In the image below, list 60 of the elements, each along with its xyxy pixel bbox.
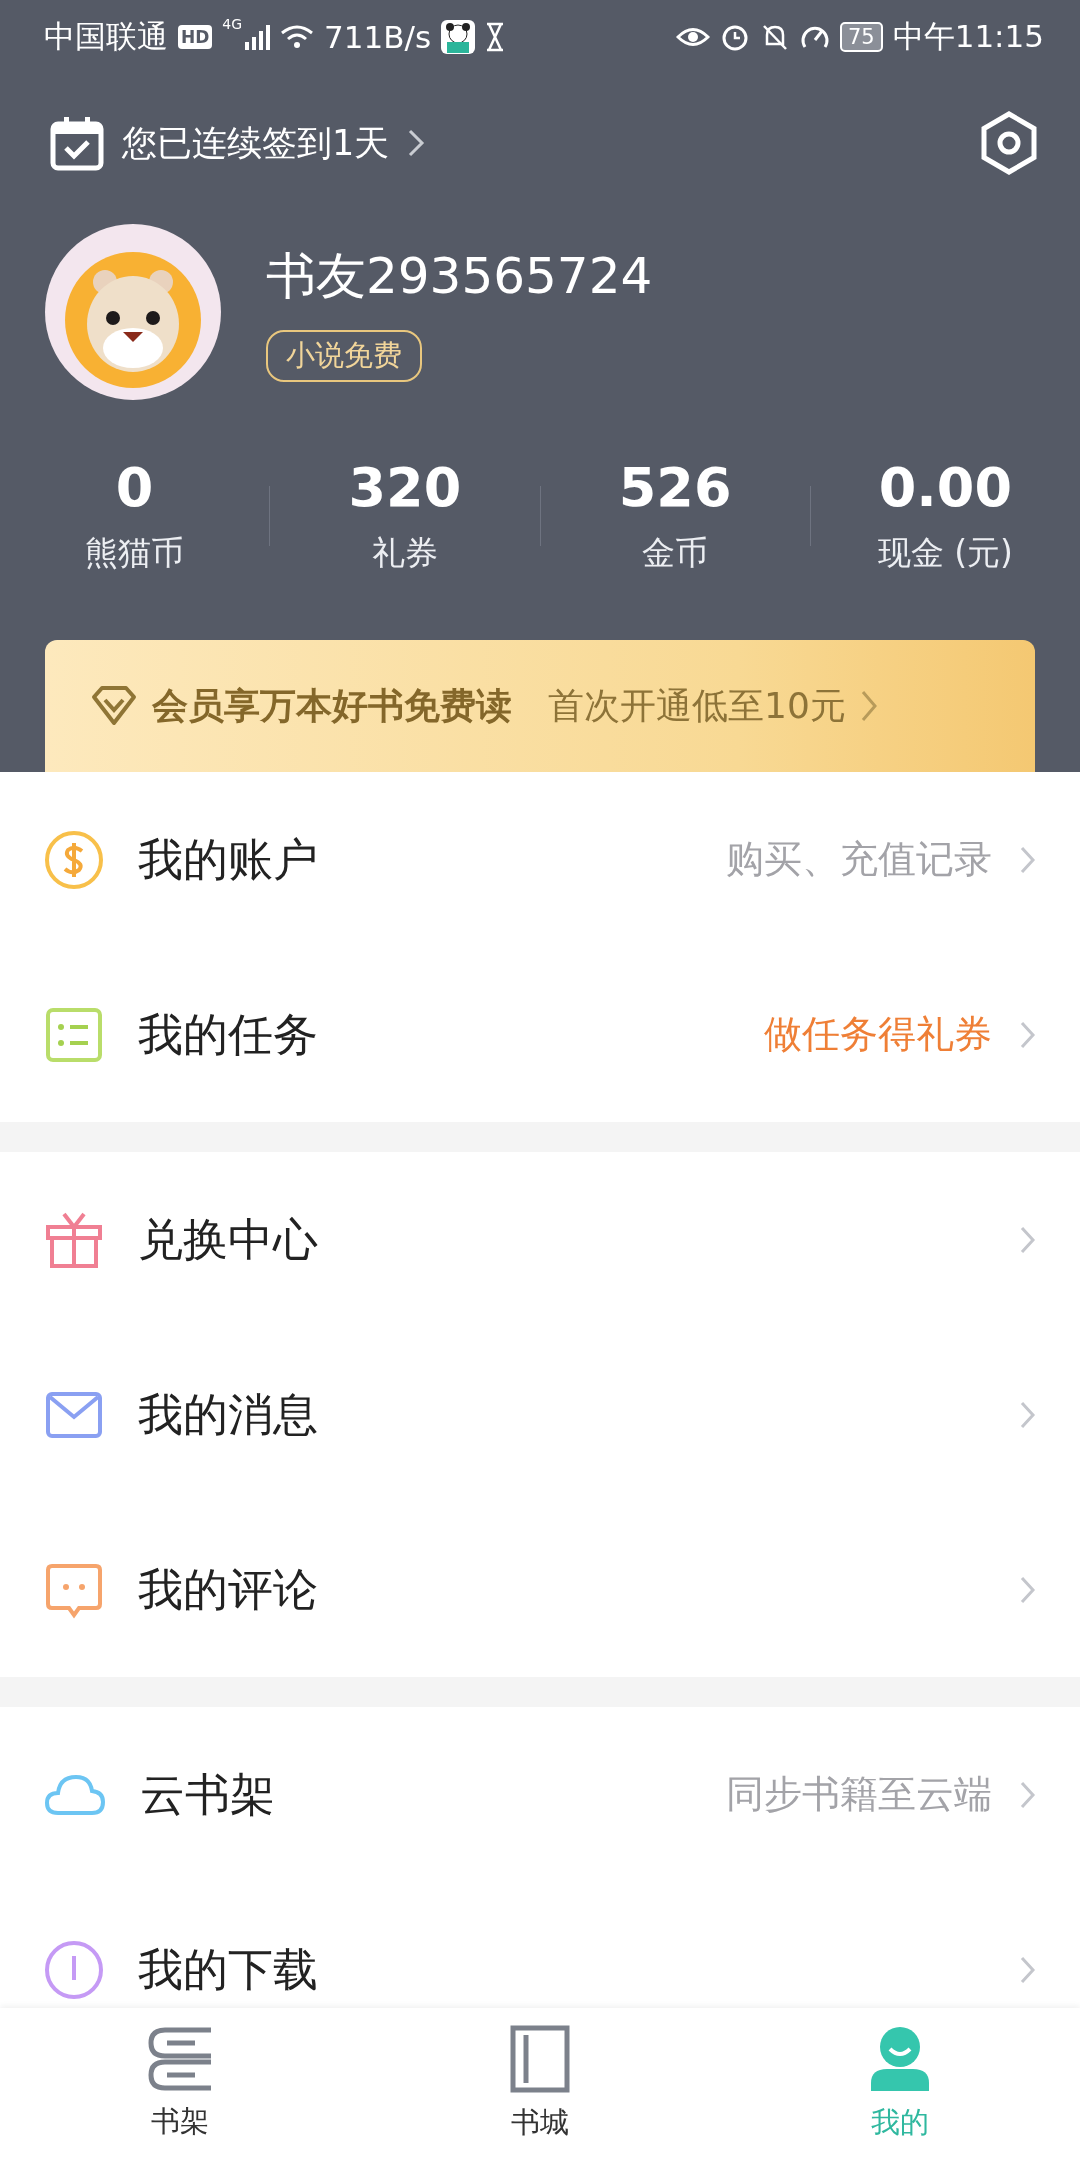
menu-label: 我的下载 [138, 1941, 318, 1998]
menu-label: 兑换中心 [138, 1211, 318, 1268]
download-icon [44, 1939, 104, 2000]
signal-icon [244, 24, 271, 50]
chevron-icon [1020, 844, 1036, 875]
checkin-link[interactable]: 您已连续签到1天 [122, 119, 390, 167]
nav-tab[interactable]: 书架 [0, 2008, 360, 2160]
chevron-icon [1020, 1779, 1036, 1810]
menu-label: 我的账户 [138, 831, 318, 888]
menu-label: 云书架 [140, 1766, 275, 1823]
stat-value[interactable]: 320 [348, 456, 462, 519]
chevron-icon [1020, 1019, 1036, 1050]
menu-item[interactable]: 我的消息 [0, 1327, 1080, 1502]
vip-title: 会员享万本好书免费读 [152, 683, 512, 728]
menu-label: 我的消息 [138, 1386, 318, 1443]
menu-item[interactable]: 我的下载 [0, 1882, 1080, 2008]
clock-time: 中午11:15 [892, 17, 1044, 56]
chevron-icon [407, 128, 426, 158]
hd-badge: HD [178, 25, 213, 49]
person-icon [869, 2025, 931, 2093]
vip-offer: 首次开通低至10元 [548, 683, 846, 728]
stat-label: 礼券 [371, 532, 438, 574]
panda-app-icon [441, 20, 476, 54]
chevron-icon [1020, 1224, 1036, 1255]
stat-label: 熊猫币 [85, 532, 185, 574]
chevron-icon [859, 689, 878, 723]
stat-value[interactable]: 0.00 [878, 456, 1012, 519]
menu-label: 我的任务 [138, 1006, 318, 1063]
menu-item[interactable]: 我的评论 [0, 1502, 1080, 1677]
coin-icon [44, 829, 104, 890]
user-name: 书友293565724 [266, 245, 653, 307]
chevron-icon [1020, 1574, 1036, 1605]
network-type: 4G [222, 16, 243, 32]
menu-label: 我的评论 [138, 1561, 318, 1618]
stat-label: 金币 [642, 532, 709, 574]
menu-item[interactable]: 我的账户 购买、充值记录 [0, 772, 1080, 947]
stat-label: 现金 (元) [877, 532, 1013, 574]
menu-item[interactable]: 兑换中心 [0, 1152, 1080, 1327]
nav-tab[interactable]: 书城 [360, 2008, 720, 2160]
chevron-icon [1020, 1399, 1036, 1430]
hourglass-icon [485, 22, 506, 52]
menu-hint: 同步书籍至云端 [726, 1771, 992, 1818]
calendar-check-icon [50, 115, 104, 171]
carrier-name: 中国联通 [44, 17, 168, 56]
menu-item[interactable]: 我的任务 做任务得礼券 [0, 947, 1080, 1122]
book-icon [510, 2025, 570, 2093]
wifi-icon [280, 24, 315, 50]
vip-banner[interactable]: 会员享万本好书免费读 首次开通低至10元 [45, 640, 1035, 772]
chevron-icon [1020, 1954, 1036, 1985]
menu-hint: 购买、充值记录 [726, 836, 992, 883]
network-speed: 711B/s [324, 19, 432, 55]
diamond-icon [90, 685, 138, 727]
menu-item[interactable]: 云书架 同步书籍至云端 [0, 1707, 1080, 1882]
membership-badge: 小说免费 [266, 329, 422, 382]
stat-value[interactable]: 526 [618, 456, 732, 519]
settings-icon[interactable] [980, 111, 1038, 175]
battery-indicator: 75 [839, 22, 883, 52]
lion-avatar-icon[interactable] [45, 224, 221, 400]
menu-hint: 做任务得礼券 [764, 1011, 992, 1058]
stat-value[interactable]: 0 [115, 456, 154, 519]
